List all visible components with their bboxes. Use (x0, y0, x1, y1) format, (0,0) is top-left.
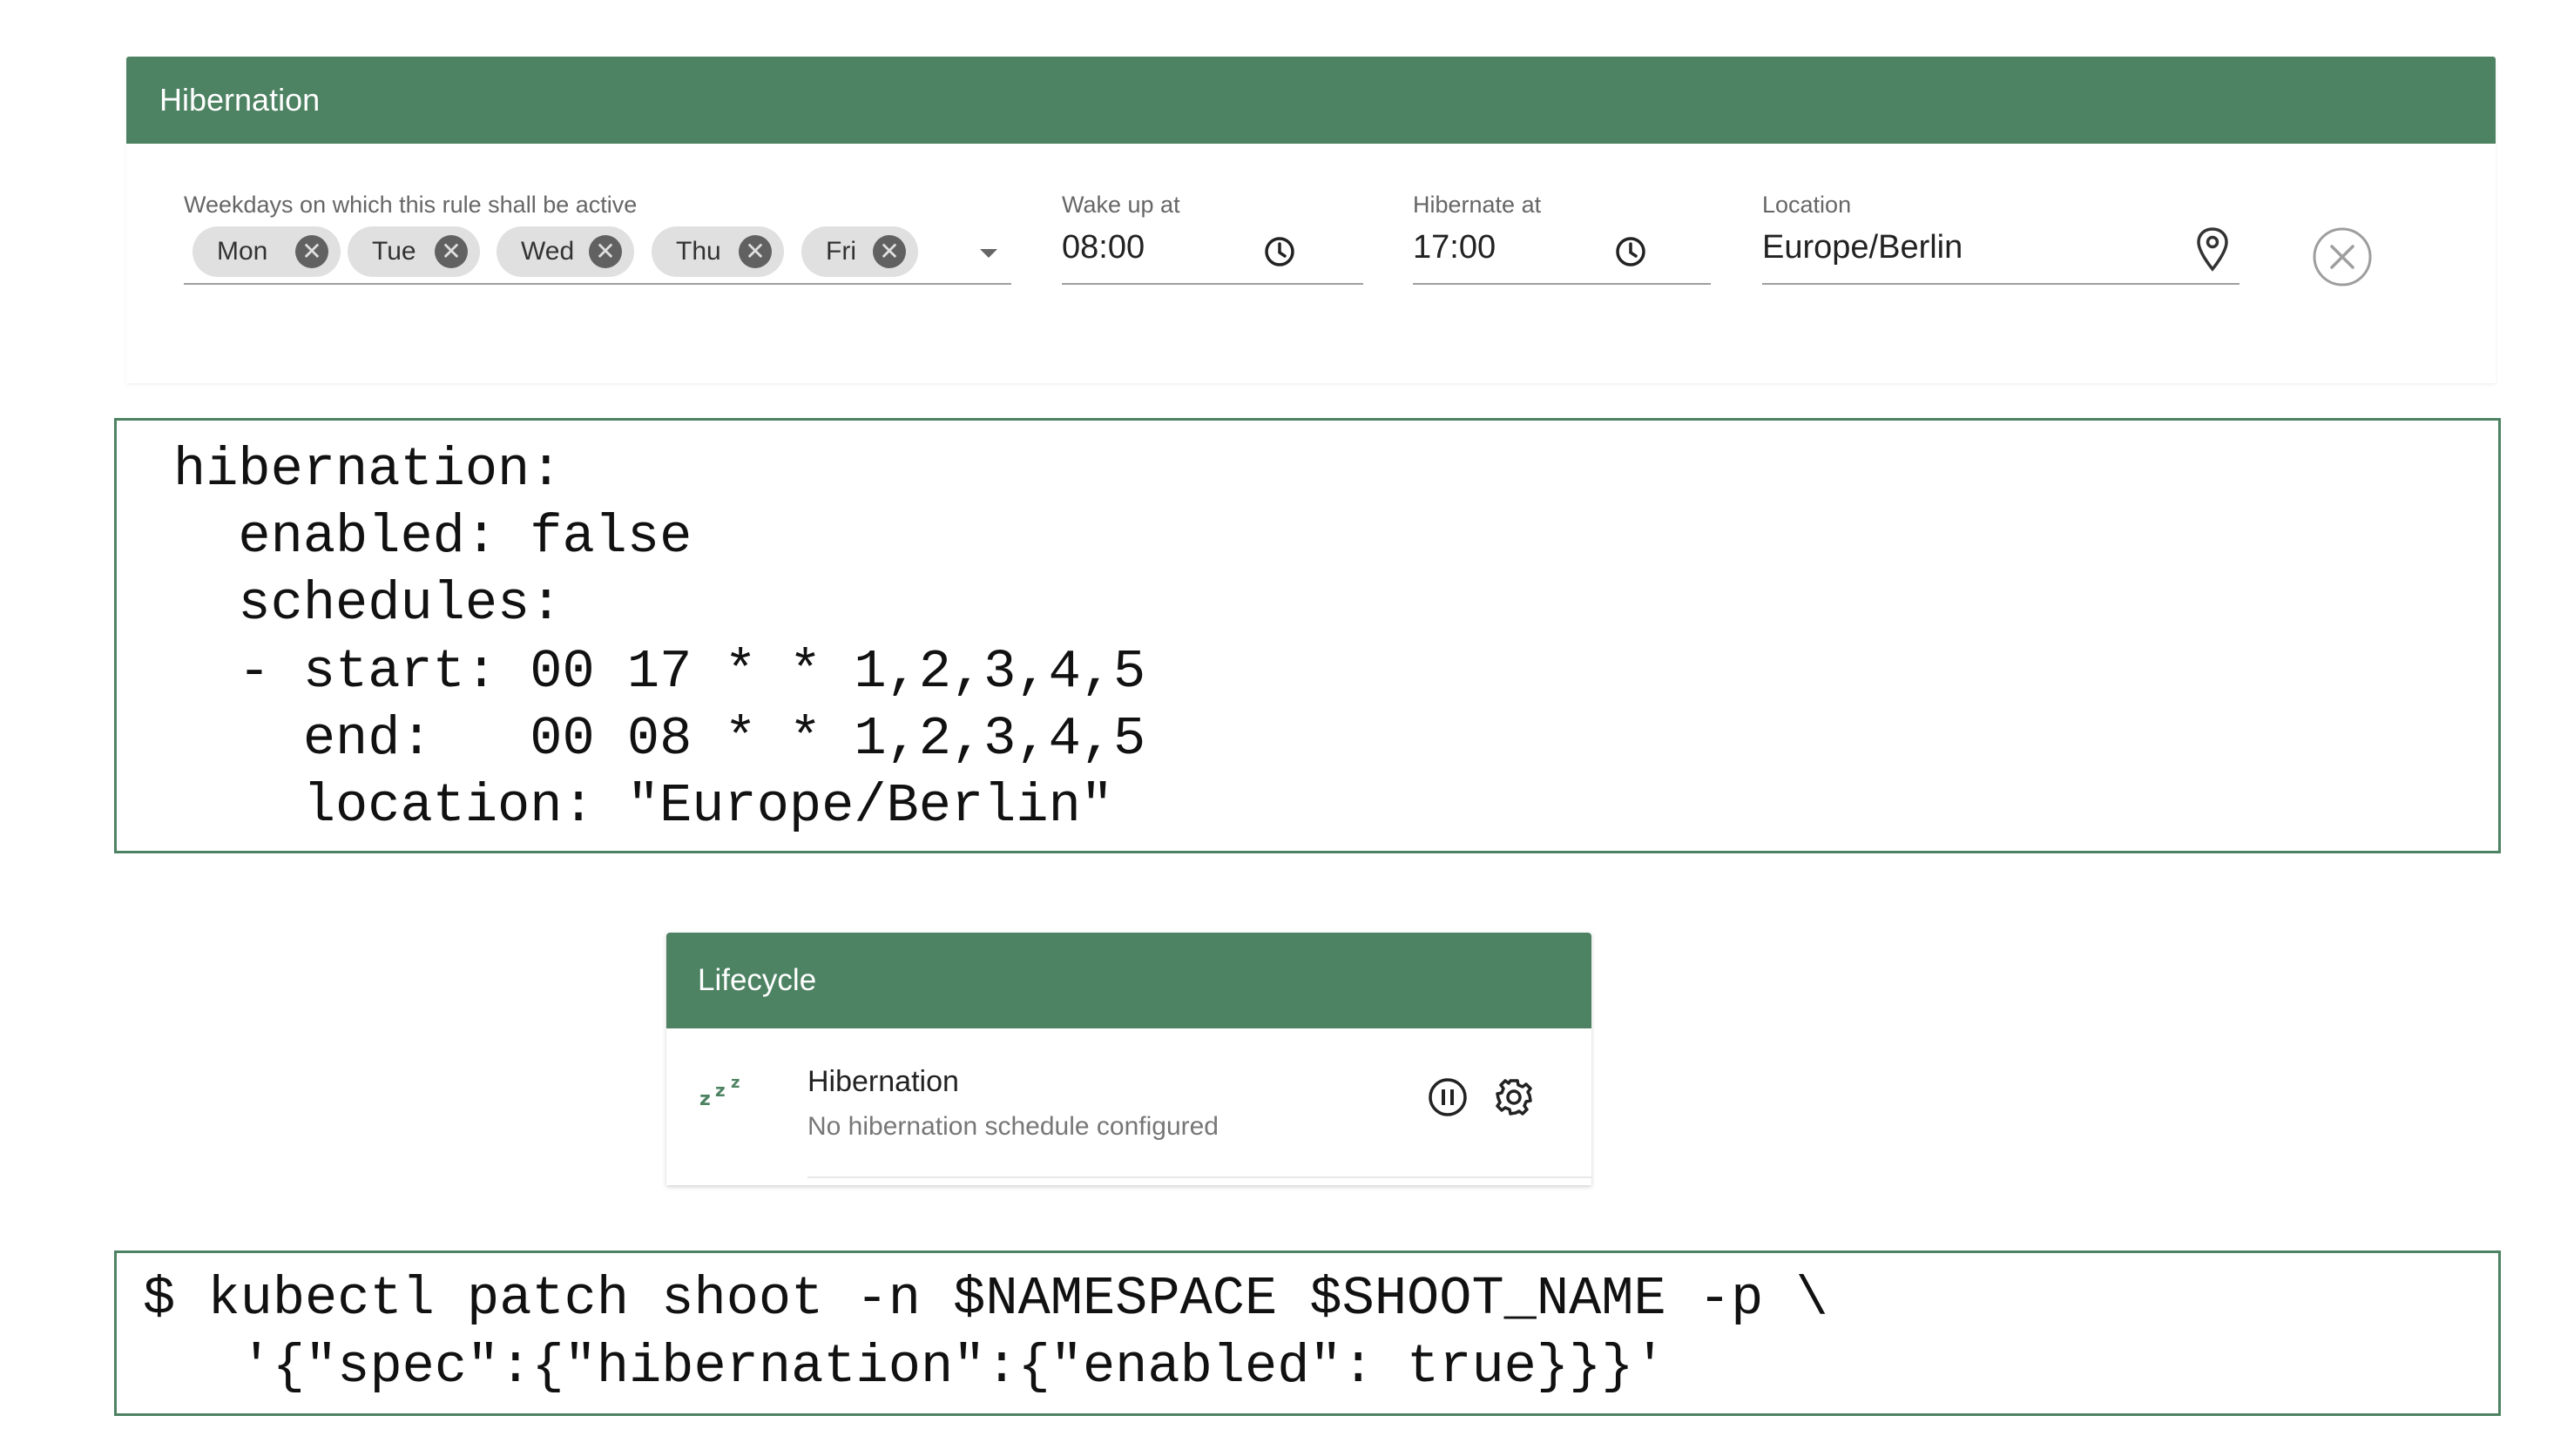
weekday-chip[interactable]: Thu ✕ (652, 226, 784, 277)
weekday-chip-label: Wed (521, 237, 575, 266)
hibernate-label: Hibernate at (1413, 192, 1542, 218)
wake-up-label: Wake up at (1062, 192, 1180, 218)
lifecycle-item-subtitle: No hibernation schedule configured (807, 1112, 1219, 1141)
code-line: - start: 00 17 * * 1,2,3,4,5 (173, 641, 1146, 703)
svg-text:z: z (731, 1074, 740, 1092)
cli-code-box: $ kubectl patch shoot -n $NAMESPACE $SHO… (114, 1250, 2501, 1416)
wake-up-underline (1062, 283, 1363, 285)
weekday-chip-label: Thu (676, 237, 721, 266)
pause-icon[interactable] (1426, 1075, 1469, 1119)
location-input[interactable]: Europe/Berlin (1762, 229, 1963, 266)
chip-remove-icon[interactable]: ✕ (739, 235, 772, 268)
chip-remove-icon[interactable]: ✕ (589, 235, 622, 268)
hibernation-card-title: Hibernation (159, 82, 321, 118)
hibernation-card-header: Hibernation (126, 57, 2496, 144)
chip-remove-icon[interactable]: ✕ (435, 235, 468, 268)
code-line: hibernation: (173, 439, 563, 501)
svg-text:z: z (715, 1080, 726, 1101)
weekdays-label: Weekdays on which this rule shall be act… (184, 192, 638, 218)
chip-remove-icon[interactable]: ✕ (873, 235, 906, 268)
remove-rule-button[interactable] (2311, 226, 2374, 288)
lifecycle-divider (807, 1176, 1591, 1178)
weekday-chip[interactable]: Mon ✕ (193, 226, 341, 277)
lifecycle-card-header: Lifecycle (666, 933, 1591, 1028)
dropdown-arrow-icon[interactable] (971, 235, 1006, 270)
location-underline (1762, 283, 2240, 285)
code-line: schedules: (173, 573, 563, 635)
weekday-chip-label: Tue (372, 237, 416, 266)
clock-icon[interactable] (1260, 233, 1299, 271)
clock-icon[interactable] (1611, 233, 1650, 271)
hibernation-card: Hibernation Weekdays on which this rule … (126, 57, 2496, 383)
lifecycle-card: Lifecycle z z z Hibernation No hibernati… (666, 933, 1591, 1185)
code-line: '{"spec":{"hibernation":{"enabled": true… (143, 1336, 1666, 1398)
code-line: end: 00 08 * * 1,2,3,4,5 (173, 708, 1146, 770)
weekday-chip[interactable]: Tue ✕ (348, 226, 480, 277)
hibernate-input[interactable]: 17:00 (1413, 229, 1496, 266)
map-pin-icon (2197, 227, 2228, 272)
weekday-chip[interactable]: Fri ✕ (801, 226, 918, 277)
chip-remove-icon[interactable]: ✕ (295, 235, 328, 268)
weekdays-underline (184, 283, 1011, 285)
hibernate-underline (1413, 283, 1711, 285)
sleep-zzz-icon: z z z (699, 1074, 740, 1109)
weekday-chip-label: Fri (826, 237, 856, 266)
code-line: enabled: false (173, 506, 692, 568)
code-line: location: "Europe/Berlin" (173, 775, 1113, 837)
lifecycle-card-title: Lifecycle (698, 963, 817, 997)
svg-text:z: z (699, 1089, 711, 1109)
code-line: $ kubectl patch shoot -n $NAMESPACE $SHO… (143, 1268, 1828, 1330)
lifecycle-item-title: Hibernation (807, 1065, 959, 1098)
gear-icon[interactable] (1492, 1075, 1536, 1119)
weekday-chip-label: Mon (217, 237, 268, 266)
yaml-code-box: hibernation: enabled: false schedules: -… (114, 418, 2501, 853)
weekday-chip[interactable]: Wed ✕ (497, 226, 634, 277)
location-label: Location (1762, 192, 1852, 218)
wake-up-input[interactable]: 08:00 (1062, 229, 1145, 266)
